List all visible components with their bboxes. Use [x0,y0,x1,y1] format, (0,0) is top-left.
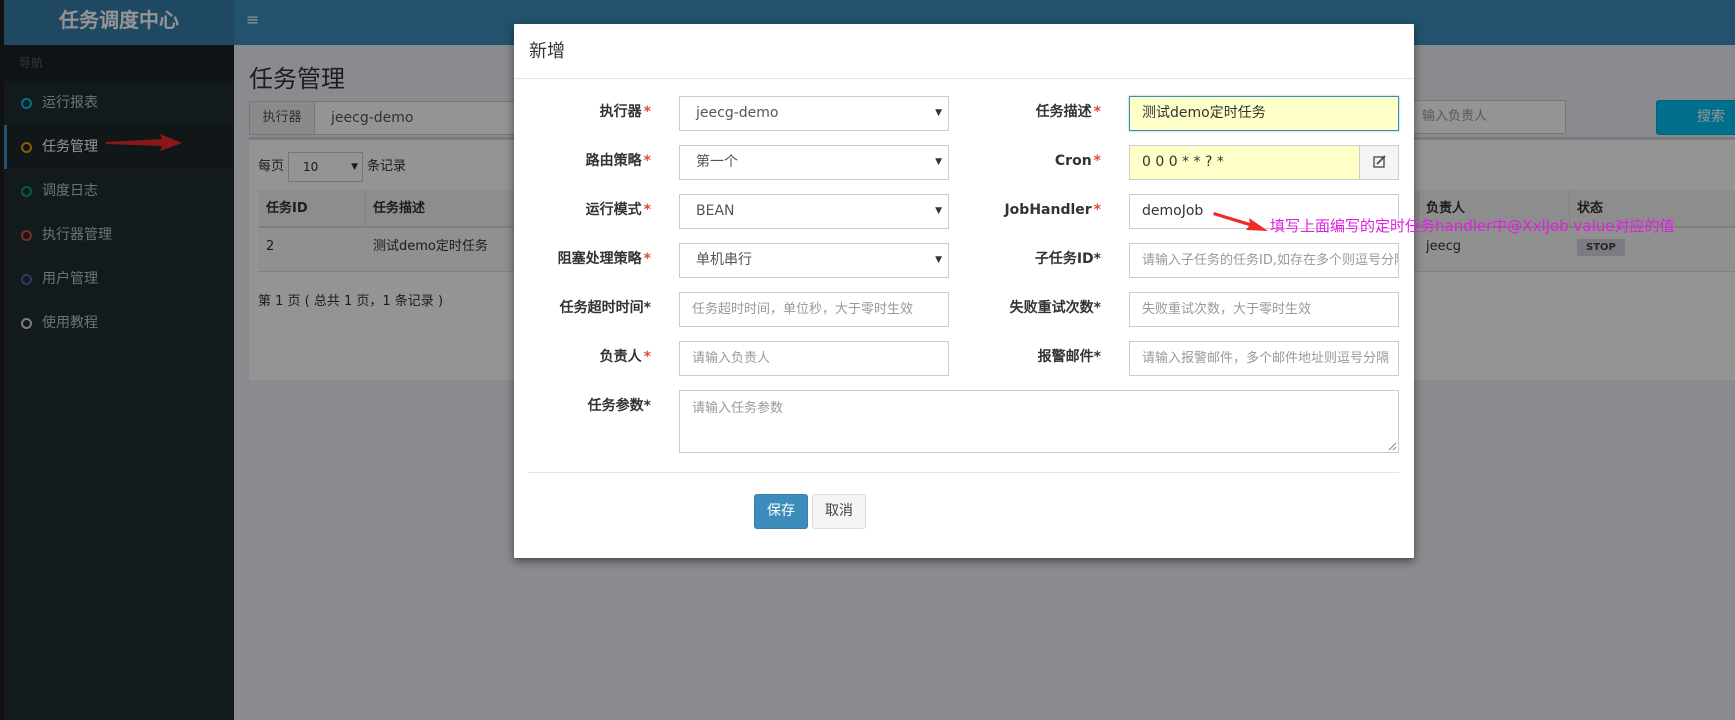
child-label-text: 子任务ID [1034,251,1094,267]
timeout-input[interactable]: 任务超时时间，单位秒，大于零时生效 [679,292,949,327]
required-mark: * [1093,349,1101,365]
required-mark: * [643,202,651,218]
run-mode-select[interactable]: BEAN ▼ [679,194,949,229]
required-mark: * [643,349,651,365]
executor-value: jeecg-demo [696,105,779,121]
window-edge [0,0,4,720]
alarm-email-input[interactable]: 请输入报警邮件，多个邮件地址则逗号分隔 [1129,341,1399,376]
route-label-text: 路由策略 [585,153,642,169]
required-mark: * [643,398,651,414]
modal-title: 新增 [514,24,1414,79]
timeout-label-text: 任务超时时间 [559,300,644,316]
executor-select[interactable]: jeecg-demo ▼ [679,96,949,131]
retry-count-input[interactable]: 失败重试次数，大于零时生效 [1129,292,1399,327]
job-desc-input[interactable]: 测试demo定时任务 [1129,96,1399,131]
route-value: 第一个 [696,154,738,170]
param-label-text: 任务参数 [587,398,644,414]
required-mark: * [1093,251,1101,267]
cron-label: Cron * [954,144,1101,178]
required-mark: * [643,153,651,169]
alarm-label-text: 报警邮件 [1037,349,1094,365]
param-textarea[interactable]: 请输入任务参数 [679,390,1399,453]
glue-value: BEAN [696,203,735,219]
caret-down-icon: ▼ [935,157,942,167]
block-value: 单机串行 [696,252,752,268]
retry-label: 失败重试次数* [954,291,1101,325]
cron-input[interactable]: 0 0 0 * * ? * [1129,145,1360,180]
retry-label-text: 失败重试次数 [1009,300,1094,316]
modal-divider [528,472,1399,473]
timeout-label: 任务超时时间* [514,291,651,325]
block-label: 阻塞处理策略 * [514,242,651,276]
cron-label-text: Cron [1054,153,1092,169]
required-mark: * [643,300,651,316]
executor-label: 执行器 * [514,95,651,129]
block-strategy-select[interactable]: 单机串行 ▼ [679,243,949,278]
required-mark: * [1093,300,1101,316]
route-strategy-select[interactable]: 第一个 ▼ [679,145,949,180]
required-mark: * [1093,104,1101,120]
required-mark: * [1093,202,1101,218]
handler-label-text: JobHandler [1004,202,1092,218]
child-job-input[interactable]: 请输入子任务的任务ID,如存在多个则逗号分隔 [1129,243,1399,278]
annotation-arrow-icon [1213,212,1268,231]
annotation-note: 填写上面编写的定时任务handler中@XxlJob value对应的值 [1270,217,1675,235]
cancel-button[interactable]: 取消 [812,494,866,529]
param-placeholder: 请输入任务参数 [692,401,784,416]
edit-icon [1373,155,1386,168]
block-label-text: 阻塞处理策略 [557,251,642,267]
handler-label: JobHandler * [954,193,1101,227]
required-mark: * [643,251,651,267]
alarm-label: 报警邮件* [954,340,1101,374]
child-label: 子任务ID* [954,242,1101,276]
glue-label-text: 运行模式 [585,202,642,218]
caret-down-icon: ▼ [935,255,942,265]
caret-down-icon: ▼ [935,108,942,118]
desc-label: 任务描述 * [954,95,1101,129]
route-label: 路由策略 * [514,144,651,178]
add-job-modal: 新增 执行器 * jeecg-demo ▼ 路由策略 * 第一个 ▼ 运行模式 * BEA… [514,24,1414,558]
author-label: 负责人 * [514,340,651,374]
cron-edit-button[interactable] [1359,145,1399,180]
author-input[interactable]: 请输入负责人 [679,341,949,376]
caret-down-icon: ▼ [935,206,942,216]
required-mark: * [643,104,651,120]
desc-label-text: 任务描述 [1035,104,1092,120]
author-label-text: 负责人 [599,349,642,365]
glue-label: 运行模式 * [514,193,651,227]
save-button[interactable]: 保存 [754,494,808,529]
required-mark: * [1093,153,1101,169]
resize-grip-icon[interactable] [1388,442,1397,451]
param-label: 任务参数* [514,389,651,423]
executor-label-text: 执行器 [599,104,642,120]
